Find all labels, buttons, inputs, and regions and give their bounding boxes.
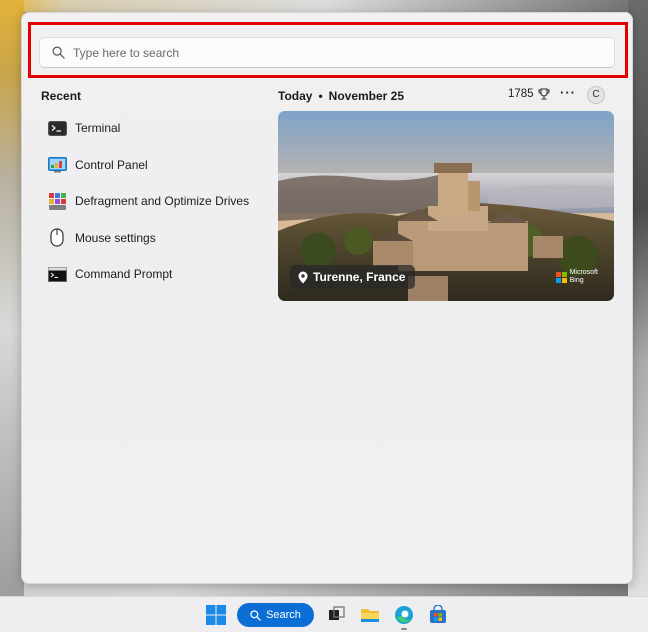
brand-line-2: Bing bbox=[569, 277, 584, 284]
edge-button[interactable] bbox=[394, 605, 414, 625]
today-label: Today bbox=[278, 89, 313, 103]
location-label[interactable]: Turenne, France bbox=[290, 265, 416, 289]
brand-line-1: Microsoft bbox=[569, 269, 598, 276]
microsoft-logo-icon bbox=[555, 271, 567, 283]
file-explorer-icon bbox=[361, 609, 379, 622]
terminal-icon bbox=[47, 118, 67, 138]
today-date: November 25 bbox=[328, 89, 405, 103]
search-icon bbox=[52, 46, 65, 59]
search-input[interactable] bbox=[73, 45, 573, 60]
command-prompt-icon bbox=[47, 264, 67, 284]
recent-item-terminal[interactable]: Terminal bbox=[40, 110, 260, 147]
wallpaper-top bbox=[0, 0, 648, 12]
edge-icon bbox=[395, 606, 413, 624]
more-options-button[interactable]: ··· bbox=[559, 86, 577, 102]
recent-item-label: Defragment and Optimize Drives bbox=[75, 194, 250, 209]
location-text: Turenne, France bbox=[313, 270, 406, 284]
control-panel-icon bbox=[47, 155, 67, 175]
taskbar-search-button[interactable]: Search bbox=[237, 603, 314, 627]
avatar[interactable]: C bbox=[587, 86, 605, 104]
start-icon bbox=[206, 605, 226, 625]
search-box[interactable] bbox=[39, 37, 615, 68]
recent-item-label: Control Panel bbox=[75, 157, 148, 172]
store-icon bbox=[430, 604, 446, 623]
today-header: Today • November 25 bbox=[278, 89, 404, 103]
start-button[interactable] bbox=[206, 605, 226, 630]
task-view-button[interactable] bbox=[326, 605, 346, 625]
recent-list: Terminal Control Panel Defragment and Op… bbox=[40, 110, 260, 293]
trophy-icon bbox=[538, 88, 550, 100]
points-count: 1785 bbox=[508, 88, 534, 100]
recent-item-label: Terminal bbox=[75, 121, 121, 136]
search-icon bbox=[250, 609, 261, 621]
bing-image-card[interactable]: Turenne, France Microsoft Bing bbox=[278, 111, 614, 301]
recent-item-mouse-settings[interactable]: Mouse settings bbox=[40, 220, 260, 257]
task-view-icon bbox=[329, 606, 345, 620]
recent-title: Recent bbox=[41, 89, 82, 103]
taskbar-search-label: Search bbox=[266, 609, 301, 621]
recent-item-label: Mouse settings bbox=[75, 230, 156, 245]
today-separator: • bbox=[318, 89, 323, 103]
taskbar: Search bbox=[0, 596, 648, 632]
mouse-icon bbox=[47, 228, 67, 248]
microsoft-bing-logo: Microsoft Bing bbox=[555, 269, 598, 285]
store-button[interactable] bbox=[428, 604, 448, 625]
recent-item-label: Command Prompt bbox=[75, 267, 173, 282]
file-explorer-button[interactable] bbox=[360, 605, 380, 625]
recent-item-control-panel[interactable]: Control Panel bbox=[40, 147, 260, 184]
defragment-icon bbox=[47, 191, 67, 211]
edge-running-indicator bbox=[401, 628, 407, 630]
rewards-points[interactable]: 1785 bbox=[508, 88, 550, 100]
location-pin-icon bbox=[298, 271, 308, 283]
recent-item-defragment[interactable]: Defragment and Optimize Drives bbox=[40, 183, 260, 220]
recent-item-command-prompt[interactable]: Command Prompt bbox=[40, 256, 260, 293]
